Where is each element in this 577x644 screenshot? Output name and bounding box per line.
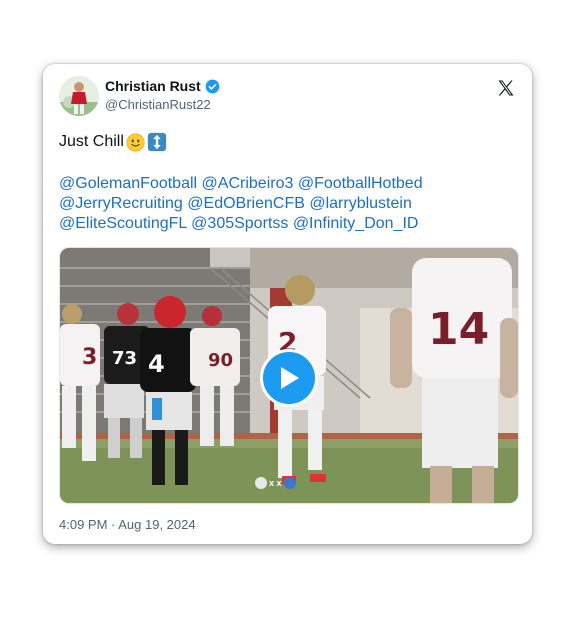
tweet-card: Christian Rust @ChristianRust22 Just Chi…	[43, 64, 532, 544]
jersey-number: 73	[112, 348, 137, 369]
mention-link[interactable]: @JerryRecruiting	[59, 195, 183, 212]
mention-link[interactable]: @305Sportss	[191, 215, 288, 232]
mention-link[interactable]: @EdOBrienCFB	[187, 195, 305, 212]
mention-link[interactable]: @EliteScoutingFL	[59, 215, 187, 232]
verified-badge-icon	[205, 79, 220, 93]
jersey-number: 4	[148, 350, 165, 378]
play-button[interactable]	[260, 349, 318, 407]
author-name[interactable]: Christian Rust	[105, 78, 201, 94]
avatar[interactable]	[59, 76, 99, 116]
tweet-text-content: Just Chill	[59, 133, 124, 150]
video-player[interactable]: 3 73 4 90 2 14 x x	[59, 247, 519, 504]
tweet-timestamp[interactable]: 4:09 PM · Aug 19, 2024	[59, 517, 196, 532]
mention-link[interactable]: @GolemanFootball	[59, 175, 197, 192]
up-down-arrow-emoji	[147, 132, 167, 152]
author-handle[interactable]: @ChristianRust22	[105, 97, 211, 112]
x-logo-icon[interactable]	[496, 78, 516, 98]
slightly-smiling-face-emoji	[126, 132, 145, 152]
play-icon	[281, 367, 299, 389]
watermark-logo-icon	[255, 477, 267, 489]
mention-link[interactable]: @FootballHotbed	[298, 175, 423, 192]
jersey-number: 90	[208, 350, 233, 371]
mention-list: @GolemanFootball @ACribeiro3 @FootballHo…	[59, 174, 529, 234]
watermark-text: x x	[269, 478, 282, 488]
watermark-logo-icon	[283, 477, 296, 489]
mention-link[interactable]: @larryblustein	[309, 195, 412, 212]
author-name-row[interactable]: Christian Rust	[105, 78, 220, 94]
mention-link[interactable]: @ACribeiro3	[202, 175, 294, 192]
video-watermark: x x	[255, 477, 296, 489]
jersey-number: 3	[82, 345, 97, 370]
tweet-text: Just Chill	[59, 132, 167, 152]
jersey-number: 14	[428, 304, 489, 355]
mention-link[interactable]: @Infinity_Don_ID	[293, 215, 419, 232]
